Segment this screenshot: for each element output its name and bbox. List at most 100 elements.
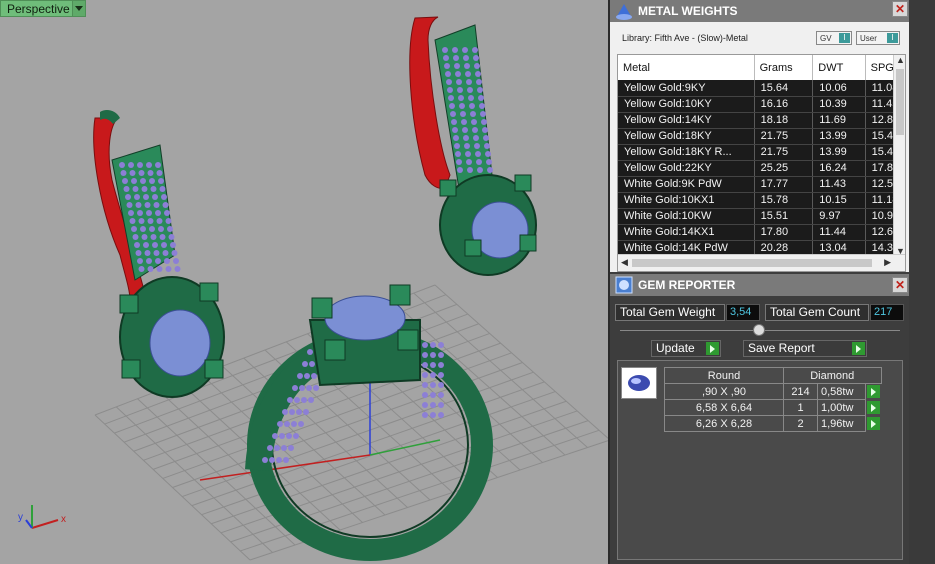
scroll-right-icon[interactable]: ▶ — [884, 257, 891, 268]
gem-select-button[interactable] — [867, 417, 880, 430]
pave-stone — [487, 167, 493, 173]
pave-stone — [467, 167, 473, 173]
pave-stone — [449, 103, 455, 109]
gem-row[interactable]: 6,26 X 6,28 2 1,96tw — [664, 415, 882, 432]
hscroll-thumb[interactable] — [632, 259, 872, 267]
pave-stone — [291, 421, 297, 427]
scroll-left-icon[interactable]: ◀ — [621, 257, 628, 268]
pave-stone — [135, 202, 142, 208]
viewport-dropdown-button[interactable] — [72, 0, 86, 17]
vertical-scrollbar[interactable]: ▲ ▼ — [893, 55, 905, 256]
gem-row[interactable]: 6,58 X 6,64 1 1,00tw — [664, 399, 882, 416]
metal-table: Metal Grams DWT SPG Yellow Gold:9KY 15.64 10.… — [618, 55, 905, 257]
gem-row[interactable]: ,90 X ,90 214 0,58tw — [664, 383, 882, 400]
pave-stone — [422, 372, 428, 378]
pave-stone — [307, 349, 313, 355]
pave-stone — [477, 167, 483, 173]
pave-stone — [131, 226, 137, 232]
table-cell: 10.06 — [812, 80, 866, 97]
pave-stone — [459, 103, 465, 109]
gem-select-button[interactable] — [867, 385, 880, 399]
pave-stone — [450, 111, 456, 117]
gem-reporter-close-button[interactable]: ✕ — [892, 277, 908, 293]
gem-reporter-titlebar[interactable]: GEM REPORTER — [610, 274, 909, 296]
pave-stone — [146, 258, 152, 264]
pave-stone — [444, 63, 450, 69]
viewport-title[interactable]: Perspective — [0, 0, 77, 17]
pave-stone — [476, 79, 482, 85]
toggle-indicator-icon: I — [887, 33, 898, 43]
pave-stone — [438, 372, 444, 378]
table-row[interactable]: White Gold:14KX1 17.80 11.44 12.61 — [618, 224, 905, 241]
column-header[interactable]: Metal — [618, 55, 755, 80]
gv-toggle[interactable]: GV I — [816, 31, 852, 45]
pave-stone — [430, 342, 436, 348]
splitter-handle-icon[interactable] — [753, 324, 765, 336]
pave-stone — [156, 266, 163, 272]
play-icon — [706, 342, 719, 355]
pave-stone — [120, 170, 127, 176]
pave-stone — [277, 421, 283, 427]
pave-stone — [480, 111, 486, 117]
axis-label-x: x — [61, 514, 66, 525]
pave-stone — [156, 170, 163, 176]
table-row[interactable]: Yellow Gold:10KY 16.16 10.39 11.45 — [618, 96, 905, 113]
pave-stone — [462, 47, 468, 53]
column-header[interactable]: Grams — [754, 55, 814, 80]
pave-stone — [455, 151, 461, 157]
pave-stone — [134, 194, 140, 200]
table-cell: 17.80 — [754, 224, 814, 241]
pave-stone — [152, 242, 158, 248]
pave-stone — [311, 373, 317, 379]
metal-weights-titlebar[interactable]: METAL WEIGHTS — [610, 0, 909, 22]
metal-table-container[interactable]: Metal Grams DWT SPG Yellow Gold:9KY 15.64 10.… — [617, 54, 906, 272]
pave-stone — [152, 194, 158, 200]
user-toggle[interactable]: User I — [856, 31, 900, 45]
table-cell: 9.97 — [812, 208, 866, 225]
column-header[interactable]: DWT — [812, 55, 866, 80]
pave-stone — [170, 242, 176, 248]
pave-stone — [125, 194, 131, 200]
pave-stone — [438, 382, 444, 388]
pave-stone — [474, 143, 480, 149]
gem-list-area: Round Diamond ,90 X ,90 214 0,58tw 6,58 X 6… — [617, 360, 903, 560]
pave-stone — [156, 218, 163, 224]
table-row[interactable]: Yellow Gold:14KY 18.18 11.69 12.88 — [618, 112, 905, 129]
round-gem-icon[interactable] — [621, 367, 657, 399]
table-row[interactable]: Yellow Gold:18KY R... 21.75 13.99 15.41 — [618, 144, 905, 161]
table-row[interactable]: White Gold:10KX1 15.78 10.15 11.18 — [618, 192, 905, 209]
pave-stone — [149, 226, 155, 232]
pave-stone — [174, 266, 181, 272]
scroll-up-icon[interactable]: ▲ — [896, 55, 905, 65]
total-gem-weight-value: 3,54 — [726, 304, 760, 321]
table-cell: Yellow Gold:10KY — [618, 96, 755, 113]
pave-stone — [474, 63, 480, 69]
pave-stone — [267, 445, 273, 451]
table-row[interactable]: Yellow Gold:9KY 15.64 10.06 11.08 — [618, 80, 905, 97]
table-row[interactable]: Yellow Gold:18KY 21.75 13.99 15.41 — [618, 128, 905, 145]
scroll-thumb[interactable] — [896, 69, 904, 135]
horizontal-scrollbar[interactable]: ◀ ▶ — [618, 254, 905, 271]
pave-stone — [430, 412, 436, 418]
pave-stone — [422, 362, 428, 368]
gem-select-button[interactable] — [867, 401, 880, 414]
pave-stone — [464, 143, 470, 149]
metal-weights-close-button[interactable]: ✕ — [892, 1, 908, 17]
update-button[interactable]: Update — [651, 340, 721, 357]
pave-stone — [158, 178, 164, 184]
table-cell: 15.51 — [754, 208, 814, 225]
pave-stone — [150, 234, 157, 240]
metal-weights-title: METAL WEIGHTS — [638, 4, 738, 18]
table-row[interactable]: White Gold:9K PdW 17.77 11.43 12.59 — [618, 176, 905, 193]
pave-stone — [144, 202, 151, 208]
table-row[interactable]: Yellow Gold:22KY 25.25 16.24 17.89 — [618, 160, 905, 177]
pave-stone — [467, 87, 473, 93]
pave-stone — [298, 421, 304, 427]
3d-viewport[interactable]: Perspective y x — [0, 0, 608, 564]
pave-stone — [422, 352, 428, 358]
gem-count: 2 — [783, 415, 818, 432]
gem-action-cell — [866, 416, 882, 432]
table-row[interactable]: White Gold:10KW 15.51 9.97 10.99 — [618, 208, 905, 225]
pave-stone — [284, 421, 290, 427]
save-report-button[interactable]: Save Report — [743, 340, 867, 357]
